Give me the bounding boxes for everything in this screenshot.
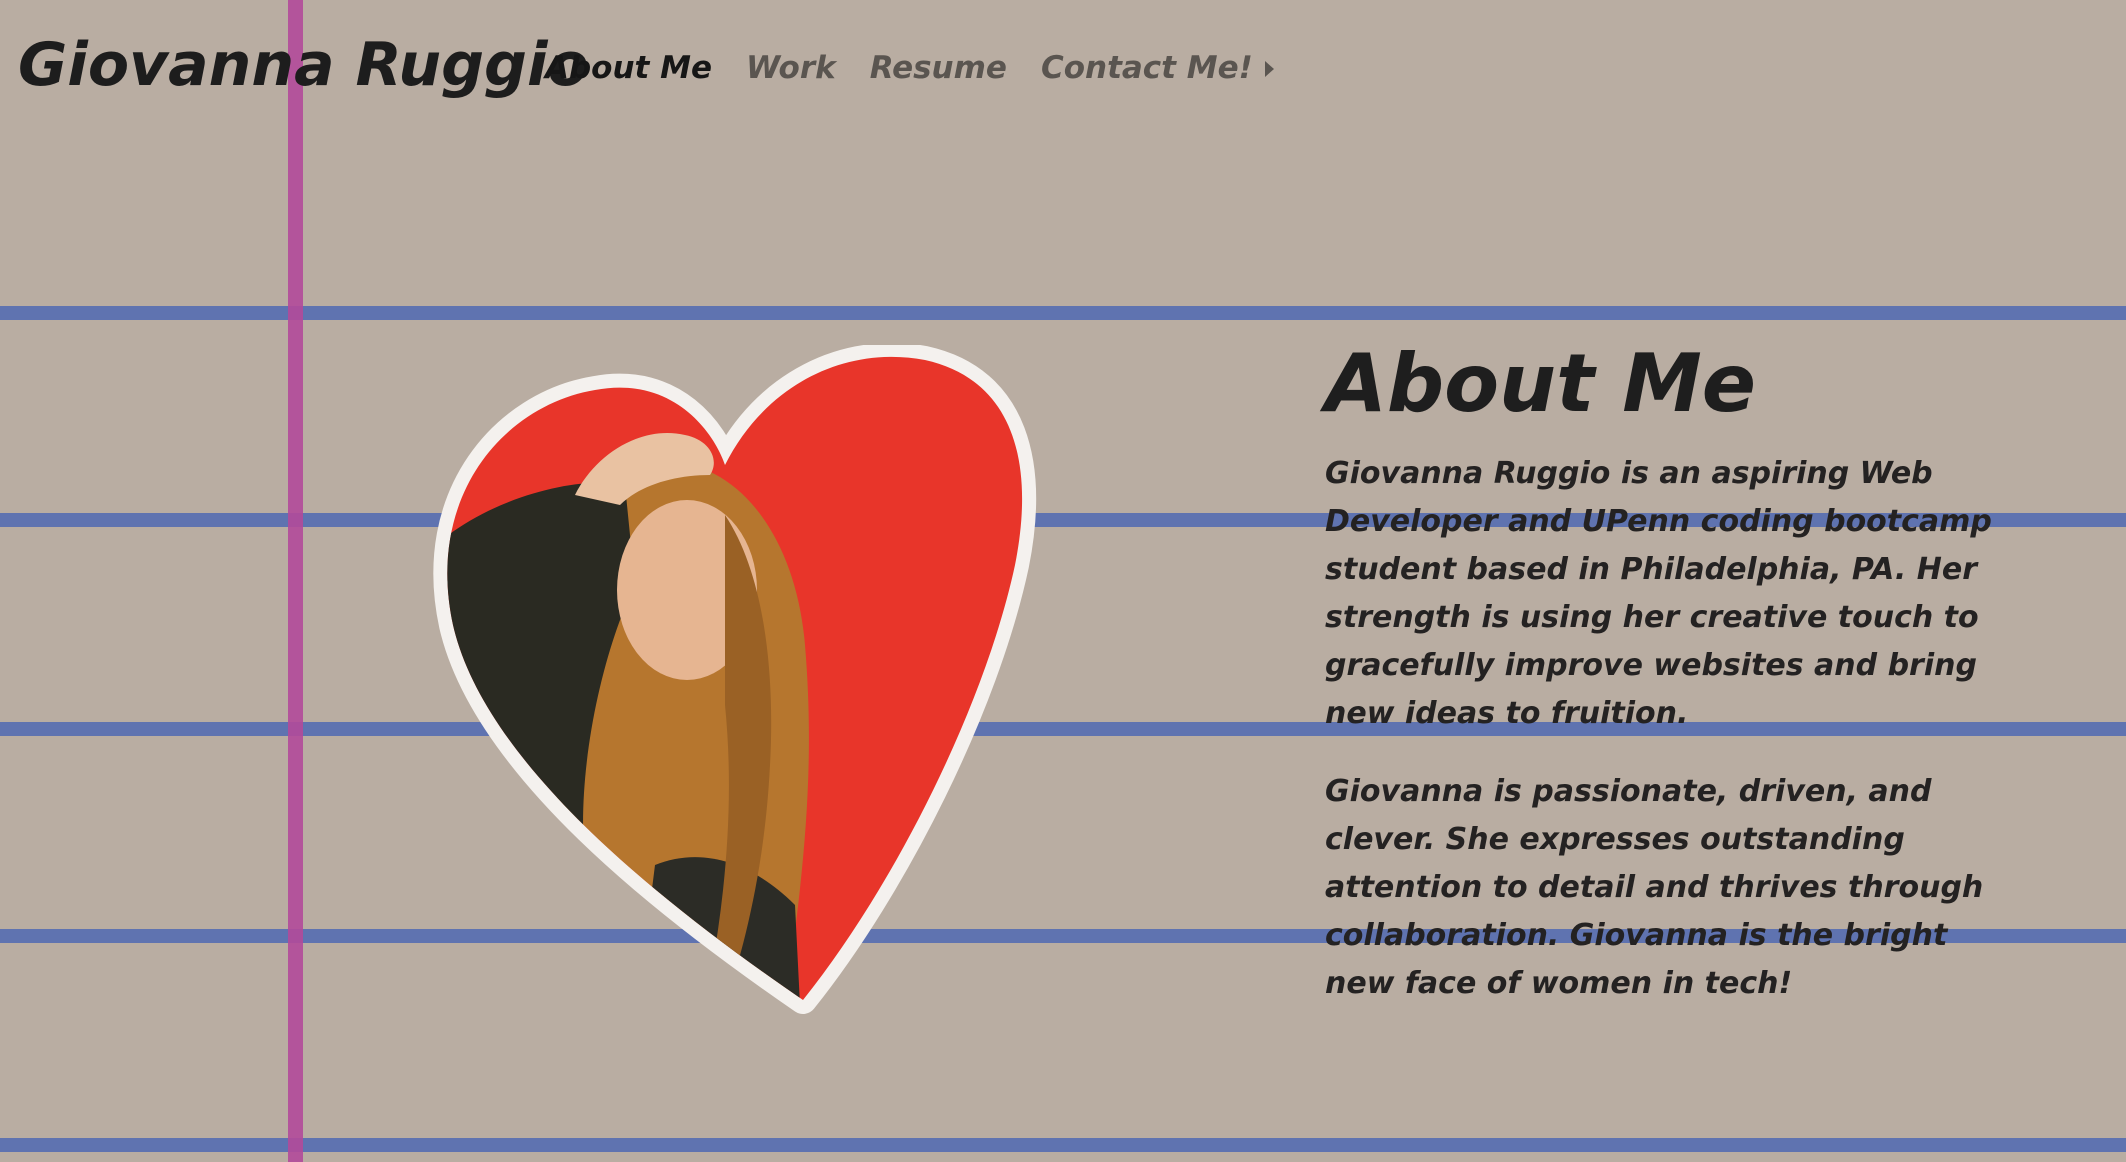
navbar: Giovanna Ruggio About Me Work Resume Con… (0, 0, 2126, 140)
nav-about-me[interactable]: About Me (545, 50, 712, 86)
nav-resume[interactable]: Resume (870, 50, 1007, 86)
profile-photo (433, 345, 1037, 1014)
ruled-line (0, 306, 2126, 320)
nav-contact-dropdown[interactable]: Contact Me! (1041, 50, 1274, 86)
margin-line (288, 0, 303, 1162)
nav-contact-me[interactable]: Contact Me! (1041, 50, 1253, 86)
about-section: About Me Giovanna Ruggio is an aspiring … (1325, 340, 2015, 1008)
nav-menu: About Me Work Resume Contact Me! (545, 50, 1274, 86)
brand-link[interactable]: Giovanna Ruggio (18, 30, 589, 100)
about-paragraph-2: Giovanna is passionate, driven, and clev… (1325, 774, 1984, 1001)
ruled-line (0, 1138, 2126, 1152)
nav-work[interactable]: Work (746, 50, 836, 86)
about-title: About Me (1325, 337, 1757, 430)
caret-right-icon[interactable] (1264, 61, 1274, 77)
about-paragraph-1: Giovanna Ruggio is an aspiring Web Devel… (1325, 456, 1992, 731)
